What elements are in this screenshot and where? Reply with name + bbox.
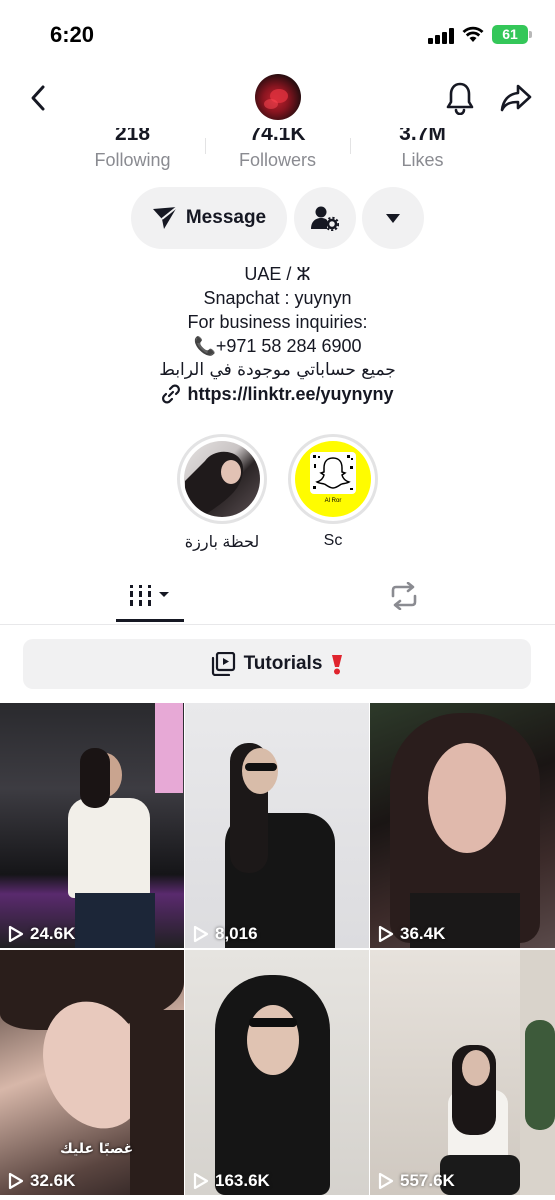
video-grid: 24.6K 8,016 36.4K غصبًا عليك 32.6K 163.6… [0, 703, 555, 1195]
bio-link-text: https://linktr.ee/yuynyny [187, 384, 394, 404]
status-bar: 6:20 61 [0, 0, 555, 70]
highlight-cover-image [184, 441, 260, 517]
thumbnail-image [0, 950, 184, 1195]
tab-reposts[interactable] [384, 570, 424, 622]
videos-grid-icon [130, 584, 169, 606]
bio-line-snapchat: Snapchat : yuynyn [203, 288, 352, 308]
stat-followers[interactable]: 74.1K Followers [205, 122, 350, 172]
thumbnail-image [0, 703, 184, 948]
video-thumbnail[interactable]: 163.6K [185, 950, 369, 1195]
thumbnail-image [370, 703, 555, 948]
follow-settings-button[interactable] [294, 187, 356, 249]
play-icon [378, 925, 394, 943]
notification-bell-button[interactable] [442, 80, 478, 116]
thumbnail-image [370, 950, 555, 1195]
view-count-text: 557.6K [400, 1171, 455, 1190]
view-count-text: 36.4K [400, 924, 446, 943]
highlight-label: لحظة بارزة [184, 534, 260, 551]
chevron-left-icon [31, 85, 45, 111]
snapcode-caption: Al Ror [325, 498, 342, 504]
view-count: 8,016 [193, 924, 258, 944]
share-arrow-icon [500, 84, 532, 112]
video-thumbnail[interactable]: 557.6K [370, 950, 555, 1195]
view-count-text: 163.6K [215, 1171, 270, 1190]
video-thumbnail[interactable]: غصبًا عليك 32.6K [0, 950, 184, 1195]
back-button[interactable] [20, 80, 56, 116]
user-gear-icon [311, 206, 339, 231]
likes-label: Likes [401, 150, 444, 170]
story-highlight-1[interactable]: لحظة بارزة [177, 434, 267, 552]
more-options-button[interactable] [362, 187, 424, 249]
play-icon [193, 1172, 209, 1190]
view-count: 557.6K [378, 1171, 455, 1191]
battery-indicator: 61 [492, 25, 532, 44]
view-count: 163.6K [193, 1171, 270, 1191]
thumbnail-image [185, 950, 369, 1195]
header-overlap-mask [0, 122, 555, 128]
highlight-label: Sc [323, 532, 343, 549]
view-count: 32.6K [8, 1171, 75, 1191]
status-time: 6:20 [50, 22, 95, 47]
story-highlight-2[interactable]: Al Ror Sc [288, 434, 378, 550]
stat-likes[interactable]: 3.7M Likes [350, 122, 495, 172]
view-count-text: 32.6K [30, 1171, 76, 1190]
view-count-text: 24.6K [30, 924, 76, 943]
thumbnail-image [185, 703, 369, 948]
wifi-icon [462, 26, 484, 42]
bio-line-location: UAE / ⵣ [244, 264, 311, 284]
video-thumbnail[interactable]: 36.4K [370, 703, 555, 948]
view-count-text: 8,016 [215, 924, 258, 943]
stat-following[interactable]: 218 Following [60, 122, 205, 172]
tutorials-playlist-button[interactable]: Tutorials [23, 639, 531, 689]
bio-line-business: For business inquiries: [187, 312, 368, 332]
play-icon [8, 1172, 24, 1190]
video-thumbnail[interactable]: 8,016 [185, 703, 369, 948]
cellular-signal-icon [428, 28, 456, 44]
play-icon [8, 925, 24, 943]
tab-divider [0, 624, 555, 625]
view-count: 24.6K [8, 924, 75, 944]
view-count: 36.4K [378, 924, 445, 944]
play-icon [378, 1172, 394, 1190]
playlist-icon [211, 652, 235, 676]
message-label: Message [185, 207, 267, 228]
send-icon [152, 206, 178, 229]
bio-link[interactable]: https://linktr.ee/yuynyny [161, 382, 394, 406]
share-button[interactable] [498, 80, 534, 116]
video-caption: غصبًا عليك [60, 1141, 134, 1157]
repost-icon [391, 582, 417, 610]
exclamation-emoji-icon [332, 655, 343, 675]
message-button[interactable]: Message [131, 187, 287, 249]
link-icon [162, 384, 181, 404]
snapcode-image: Al Ror [295, 441, 371, 517]
bell-icon [446, 82, 474, 115]
profile-stats: 218 Following 74.1K Followers 3.7M Likes [60, 122, 495, 172]
avatar-image [264, 89, 288, 109]
avatar[interactable] [255, 74, 301, 120]
play-icon [193, 925, 209, 943]
caret-down-icon [386, 213, 400, 223]
highlight-ring: Al Ror [288, 434, 378, 524]
profile-bio: UAE / ⵣ Snapchat : yuynyn For business i… [0, 262, 555, 410]
followers-label: Followers [238, 150, 317, 170]
video-thumbnail[interactable]: 24.6K [0, 703, 184, 948]
bio-line-arabic: جميع حساباتي موجودة في الرابط [159, 360, 396, 380]
tab-videos[interactable] [116, 570, 184, 622]
bio-line-phone: 📞+971 58 284 6900 [193, 336, 362, 356]
highlight-ring [177, 434, 267, 524]
tutorials-label: Tutorials [243, 653, 323, 674]
following-label: Following [94, 150, 171, 170]
